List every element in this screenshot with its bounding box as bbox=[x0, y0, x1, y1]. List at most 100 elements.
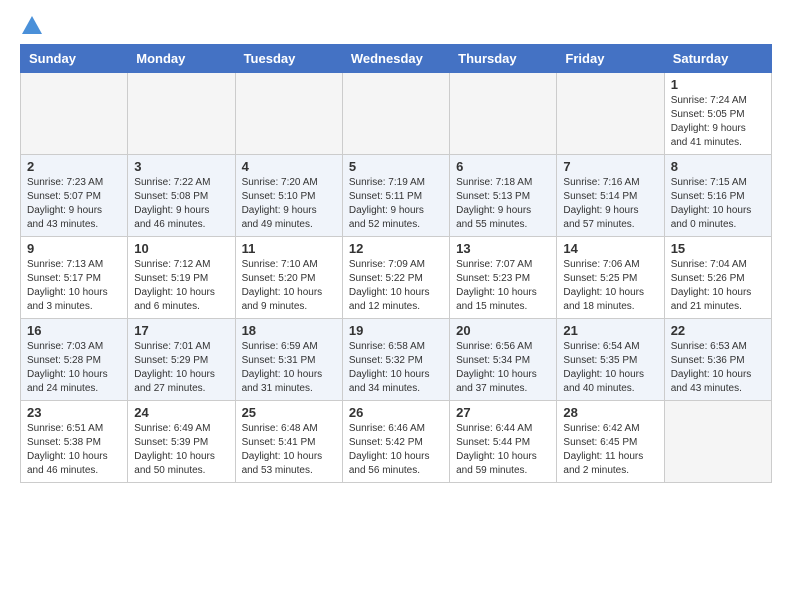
calendar-week-row: 23 Sunrise: 6:51 AM Sunset: 5:38 PM Dayli… bbox=[21, 401, 772, 483]
calendar-day-cell: 22 Sunrise: 6:53 AM Sunset: 5:36 PM Dayli… bbox=[664, 319, 771, 401]
calendar-day-cell: 16 Sunrise: 7:03 AM Sunset: 5:28 PM Dayli… bbox=[21, 319, 128, 401]
calendar-day-cell bbox=[128, 73, 235, 155]
day-info: Sunrise: 7:07 AM Sunset: 5:23 PM Dayligh… bbox=[456, 258, 550, 314]
weekday-header-monday: Monday bbox=[128, 45, 235, 73]
day-number: 28 bbox=[563, 405, 657, 420]
calendar-day-cell: 20 Sunrise: 6:56 AM Sunset: 5:34 PM Dayli… bbox=[450, 319, 557, 401]
calendar-day-cell: 15 Sunrise: 7:04 AM Sunset: 5:26 PM Dayli… bbox=[664, 237, 771, 319]
day-number: 15 bbox=[671, 241, 765, 256]
calendar-day-cell: 1 Sunrise: 7:24 AM Sunset: 5:05 PM Daylig… bbox=[664, 73, 771, 155]
day-info: Sunrise: 7:04 AM Sunset: 5:26 PM Dayligh… bbox=[671, 258, 765, 314]
day-info: Sunrise: 7:23 AM Sunset: 5:07 PM Dayligh… bbox=[27, 176, 121, 232]
day-number: 19 bbox=[349, 323, 443, 338]
day-number: 9 bbox=[27, 241, 121, 256]
day-info: Sunrise: 6:49 AM Sunset: 5:39 PM Dayligh… bbox=[134, 422, 228, 478]
weekday-header-thursday: Thursday bbox=[450, 45, 557, 73]
calendar-day-cell: 6 Sunrise: 7:18 AM Sunset: 5:13 PM Daylig… bbox=[450, 155, 557, 237]
weekday-header-wednesday: Wednesday bbox=[342, 45, 449, 73]
day-number: 8 bbox=[671, 159, 765, 174]
weekday-header-saturday: Saturday bbox=[664, 45, 771, 73]
calendar-day-cell: 17 Sunrise: 7:01 AM Sunset: 5:29 PM Dayli… bbox=[128, 319, 235, 401]
day-number: 27 bbox=[456, 405, 550, 420]
day-info: Sunrise: 7:20 AM Sunset: 5:10 PM Dayligh… bbox=[242, 176, 336, 232]
day-number: 4 bbox=[242, 159, 336, 174]
day-number: 14 bbox=[563, 241, 657, 256]
calendar-day-cell: 2 Sunrise: 7:23 AM Sunset: 5:07 PM Daylig… bbox=[21, 155, 128, 237]
day-number: 12 bbox=[349, 241, 443, 256]
day-number: 7 bbox=[563, 159, 657, 174]
calendar-day-cell: 27Sunrise: 6:44 AM Sunset: 5:44 PM Dayli… bbox=[450, 401, 557, 483]
weekday-header-sunday: Sunday bbox=[21, 45, 128, 73]
day-info: Sunrise: 6:53 AM Sunset: 5:36 PM Dayligh… bbox=[671, 340, 765, 396]
day-number: 22 bbox=[671, 323, 765, 338]
calendar-week-row: 9 Sunrise: 7:13 AM Sunset: 5:17 PM Daylig… bbox=[21, 237, 772, 319]
calendar-day-cell: 8 Sunrise: 7:15 AM Sunset: 5:16 PM Daylig… bbox=[664, 155, 771, 237]
day-info: Sunrise: 7:22 AM Sunset: 5:08 PM Dayligh… bbox=[134, 176, 228, 232]
day-number: 13 bbox=[456, 241, 550, 256]
calendar-day-cell: 9 Sunrise: 7:13 AM Sunset: 5:17 PM Daylig… bbox=[21, 237, 128, 319]
day-number: 2 bbox=[27, 159, 121, 174]
calendar-table: SundayMondayTuesdayWednesdayThursdayFrid… bbox=[20, 44, 772, 483]
day-info: Sunrise: 6:51 AM Sunset: 5:38 PM Dayligh… bbox=[27, 422, 121, 478]
calendar-day-cell: 28 Sunrise: 6:42 AM Sunset: 6:45 PM Dayli… bbox=[557, 401, 664, 483]
day-number: 24 bbox=[134, 405, 228, 420]
day-info: Sunrise: 7:15 AM Sunset: 5:16 PM Dayligh… bbox=[671, 176, 765, 232]
day-info: Sunrise: 7:18 AM Sunset: 5:13 PM Dayligh… bbox=[456, 176, 550, 232]
day-number: 10 bbox=[134, 241, 228, 256]
day-number: 6 bbox=[456, 159, 550, 174]
day-info: Sunrise: 6:56 AM Sunset: 5:34 PM Dayligh… bbox=[456, 340, 550, 396]
day-info: Sunrise: 7:03 AM Sunset: 5:28 PM Dayligh… bbox=[27, 340, 121, 396]
calendar-day-cell: 13 Sunrise: 7:07 AM Sunset: 5:23 PM Dayli… bbox=[450, 237, 557, 319]
calendar-day-cell: 12 Sunrise: 7:09 AM Sunset: 5:22 PM Dayli… bbox=[342, 237, 449, 319]
day-info: Sunrise: 6:42 AM Sunset: 6:45 PM Dayligh… bbox=[563, 422, 657, 478]
day-info: Sunrise: 7:10 AM Sunset: 5:20 PM Dayligh… bbox=[242, 258, 336, 314]
day-number: 23 bbox=[27, 405, 121, 420]
day-number: 17 bbox=[134, 323, 228, 338]
day-info: Sunrise: 7:09 AM Sunset: 5:22 PM Dayligh… bbox=[349, 258, 443, 314]
calendar-day-cell bbox=[450, 73, 557, 155]
calendar-day-cell: 11 Sunrise: 7:10 AM Sunset: 5:20 PM Dayli… bbox=[235, 237, 342, 319]
calendar-day-cell: 4 Sunrise: 7:20 AM Sunset: 5:10 PM Daylig… bbox=[235, 155, 342, 237]
calendar-day-cell bbox=[664, 401, 771, 483]
header bbox=[20, 20, 772, 34]
calendar-day-cell bbox=[21, 73, 128, 155]
day-number: 26 bbox=[349, 405, 443, 420]
logo-triangle-icon bbox=[22, 16, 42, 34]
day-number: 1 bbox=[671, 77, 765, 92]
weekday-header-tuesday: Tuesday bbox=[235, 45, 342, 73]
calendar-day-cell: 18 Sunrise: 6:59 AM Sunset: 5:31 PM Dayli… bbox=[235, 319, 342, 401]
calendar-day-cell bbox=[557, 73, 664, 155]
calendar-week-row: 1 Sunrise: 7:24 AM Sunset: 5:05 PM Daylig… bbox=[21, 73, 772, 155]
calendar-day-cell: 25Sunrise: 6:48 AM Sunset: 5:41 PM Dayli… bbox=[235, 401, 342, 483]
page: SundayMondayTuesdayWednesdayThursdayFrid… bbox=[0, 0, 792, 493]
day-number: 25 bbox=[242, 405, 336, 420]
calendar-day-cell: 10 Sunrise: 7:12 AM Sunset: 5:19 PM Dayli… bbox=[128, 237, 235, 319]
day-number: 20 bbox=[456, 323, 550, 338]
day-info: Sunrise: 6:58 AM Sunset: 5:32 PM Dayligh… bbox=[349, 340, 443, 396]
calendar-day-cell: 24 Sunrise: 6:49 AM Sunset: 5:39 PM Dayli… bbox=[128, 401, 235, 483]
day-number: 11 bbox=[242, 241, 336, 256]
day-number: 21 bbox=[563, 323, 657, 338]
calendar-week-row: 2 Sunrise: 7:23 AM Sunset: 5:07 PM Daylig… bbox=[21, 155, 772, 237]
day-number: 16 bbox=[27, 323, 121, 338]
day-info: Sunrise: 6:54 AM Sunset: 5:35 PM Dayligh… bbox=[563, 340, 657, 396]
day-info: Sunrise: 7:01 AM Sunset: 5:29 PM Dayligh… bbox=[134, 340, 228, 396]
calendar-day-cell: 7Sunrise: 7:16 AM Sunset: 5:14 PM Daylig… bbox=[557, 155, 664, 237]
calendar-day-cell: 3Sunrise: 7:22 AM Sunset: 5:08 PM Daylig… bbox=[128, 155, 235, 237]
day-info: Sunrise: 6:46 AM Sunset: 5:42 PM Dayligh… bbox=[349, 422, 443, 478]
calendar-day-cell: 23 Sunrise: 6:51 AM Sunset: 5:38 PM Dayli… bbox=[21, 401, 128, 483]
day-info: Sunrise: 7:13 AM Sunset: 5:17 PM Dayligh… bbox=[27, 258, 121, 314]
calendar-day-cell: 14 Sunrise: 7:06 AM Sunset: 5:25 PM Dayli… bbox=[557, 237, 664, 319]
day-number: 18 bbox=[242, 323, 336, 338]
calendar-day-cell bbox=[235, 73, 342, 155]
calendar-day-cell: 5Sunrise: 7:19 AM Sunset: 5:11 PM Daylig… bbox=[342, 155, 449, 237]
calendar-day-cell: 21 Sunrise: 6:54 AM Sunset: 5:35 PM Dayli… bbox=[557, 319, 664, 401]
day-info: Sunrise: 6:59 AM Sunset: 5:31 PM Dayligh… bbox=[242, 340, 336, 396]
calendar-day-cell bbox=[342, 73, 449, 155]
logo bbox=[20, 20, 42, 34]
day-info: Sunrise: 7:06 AM Sunset: 5:25 PM Dayligh… bbox=[563, 258, 657, 314]
day-info: Sunrise: 7:24 AM Sunset: 5:05 PM Dayligh… bbox=[671, 94, 765, 150]
calendar-day-cell: 19 Sunrise: 6:58 AM Sunset: 5:32 PM Dayli… bbox=[342, 319, 449, 401]
day-info: Sunrise: 7:12 AM Sunset: 5:19 PM Dayligh… bbox=[134, 258, 228, 314]
calendar-day-cell: 26 Sunrise: 6:46 AM Sunset: 5:42 PM Dayli… bbox=[342, 401, 449, 483]
